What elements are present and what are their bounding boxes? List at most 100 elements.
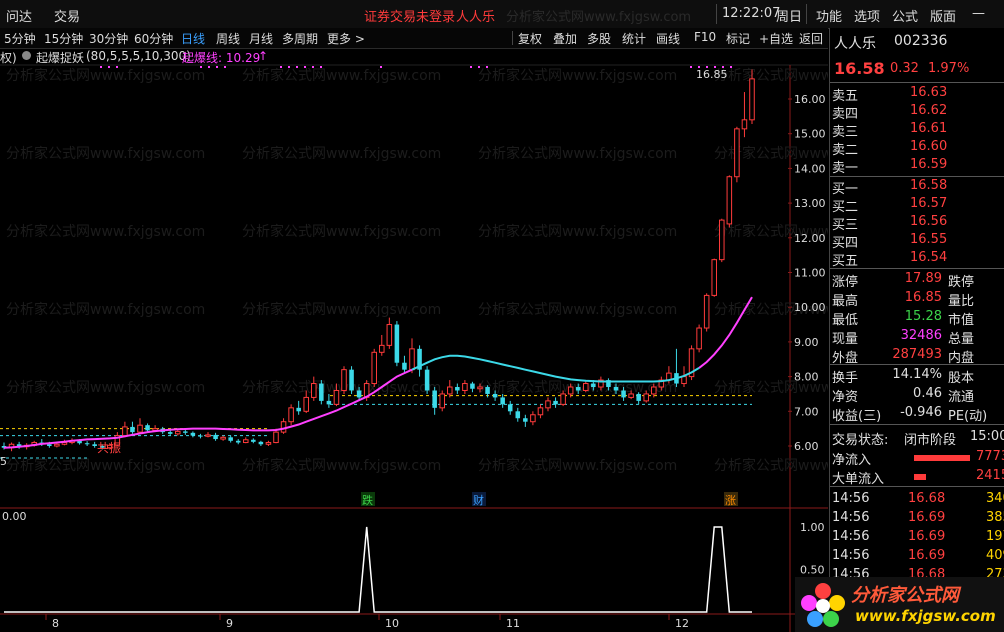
candle-body [507, 404, 513, 412]
quote-panel: 人人乐 002336 16.58 0.32 1.97% 卖五 16.63 卖四 16.… [829, 28, 1004, 632]
watermark-text: 分析家公式网www.fxjgsw.com [478, 301, 677, 318]
candle-body [84, 443, 90, 445]
candle-body [175, 430, 181, 435]
flow-label: 大单流入 [832, 472, 885, 487]
flower-logo-icon [801, 583, 845, 627]
signal-dot [690, 66, 692, 68]
candle-body [319, 383, 324, 401]
watermark-text: 分析家公式网www.fxjgsw.com [714, 67, 828, 84]
bid-price: 16.56 [910, 214, 948, 229]
ask-price: 16.60 [910, 139, 948, 154]
candle-body [424, 369, 430, 391]
candle-body [47, 444, 52, 446]
candle-body [719, 219, 725, 261]
ticks-row: 14:56 16.68 340 [830, 490, 1004, 509]
signal-dot [208, 66, 210, 68]
candle-body [567, 386, 574, 395]
candle-body [288, 407, 294, 423]
candle-body [349, 369, 354, 391]
stock-name: 人人乐 [834, 36, 876, 52]
price-tick-label: 9.00 [794, 336, 819, 349]
stats2-row: 换手 14.14% 股本 [830, 366, 1004, 386]
candle-body [54, 443, 60, 447]
price-tick-label: 11.00 [794, 267, 826, 280]
candle-body [371, 351, 377, 385]
bid-price: 16.58 [910, 178, 948, 193]
trade-state-time: 15:00 [970, 429, 1004, 444]
ask-price: 16.61 [910, 121, 948, 136]
watermark-text: 分析家公式网www.fxjgsw.com [242, 67, 441, 84]
candle-body [213, 434, 218, 440]
event-fall-label[interactable]: 跌 [362, 493, 373, 507]
stat-label: 现量 [832, 332, 859, 347]
candle-body [455, 387, 460, 391]
candle-body [560, 393, 566, 405]
candle-body [258, 441, 264, 445]
stat-label: 收益(三) [832, 409, 882, 424]
divider [830, 268, 1004, 269]
divider [830, 424, 1004, 425]
menu-layout[interactable]: 版面 [930, 6, 956, 25]
event-finance-label[interactable]: 财 [473, 493, 484, 507]
kline-chart[interactable]: 分析家公式网www.fxjgsw.com 分析家公式网www.fxjgsw.com… [0, 0, 828, 632]
watermark-text: 分析家公式网www.fxjgsw.com [242, 145, 441, 162]
bids-row: 买四 16.55 [830, 231, 1004, 251]
logo-url: www.fxjgsw.com [855, 607, 996, 625]
bids-row: 买二 16.57 [830, 195, 1004, 215]
tick-volume: 385 [986, 510, 1004, 525]
ticks-row: 14:56 16.69 409 [830, 547, 1004, 566]
stat-label-2: 量比 [948, 294, 975, 309]
candle-body [379, 344, 385, 353]
candle-body [628, 393, 634, 398]
sub-indicator: 1.00 0.50 [4, 521, 825, 613]
watermark-text: 分析家公式网www.fxjgsw.com [478, 457, 677, 474]
bids-row: 买五 16.54 [830, 249, 1004, 269]
signal-dot [108, 66, 110, 68]
tick-price: 16.69 [908, 510, 946, 525]
candle-body [145, 425, 150, 431]
low-price-label: 5 [0, 455, 7, 468]
menu-formula[interactable]: 公式 [892, 6, 918, 25]
bid-label: 买五 [832, 254, 859, 269]
stat-value: 17.89 [904, 271, 942, 286]
bids-row: 买一 16.58 [830, 177, 1004, 197]
signal-label: 共振 [97, 441, 121, 455]
watermark-text: 分析家公式网www.fxjgsw.com [478, 223, 677, 240]
candle-body [220, 436, 226, 440]
last-price: 16.58 [834, 59, 885, 78]
watermark-text: 分析家公式网www.fxjgsw.com [6, 67, 205, 84]
signal-dot [486, 66, 488, 68]
trade-state-label: 交易状态: [832, 433, 889, 448]
candle-body [575, 387, 581, 391]
candle-body [726, 176, 733, 225]
candle-body [523, 418, 528, 422]
stat-label-2: 流通 [948, 390, 975, 405]
candle-body [696, 327, 702, 350]
divider [830, 82, 1004, 83]
signal-dot [224, 66, 226, 68]
watermark-text: 分析家公式网www.fxjgsw.com [714, 457, 828, 474]
stat-value: 32486 [900, 328, 942, 343]
candle-body [621, 390, 626, 398]
candle-body [734, 128, 740, 178]
sub-tick-label: 0.50 [800, 564, 825, 577]
candle-body [749, 78, 755, 121]
event-rise-label[interactable]: 涨 [725, 494, 736, 507]
divider [830, 486, 1004, 487]
window-minimize-icon[interactable]: — [972, 6, 985, 21]
stats-row: 最低 15.28 市值 [830, 308, 1004, 328]
candle-body [741, 119, 748, 130]
candle-body [341, 369, 347, 391]
menu-options[interactable]: 选项 [854, 6, 880, 25]
date-tick-label: 12 [675, 617, 689, 630]
stat-label: 涨停 [832, 275, 859, 290]
ticks-row: 14:56 16.69 197 [830, 528, 1004, 547]
stat-label-2: 市值 [948, 313, 975, 328]
candle-body [205, 434, 211, 437]
strength-line-flat [411, 354, 700, 383]
candle-body [167, 432, 173, 434]
signal-dot [200, 66, 202, 68]
stat-value: 287493 [892, 347, 942, 362]
candle-body [545, 400, 551, 409]
candle-body [122, 426, 128, 437]
